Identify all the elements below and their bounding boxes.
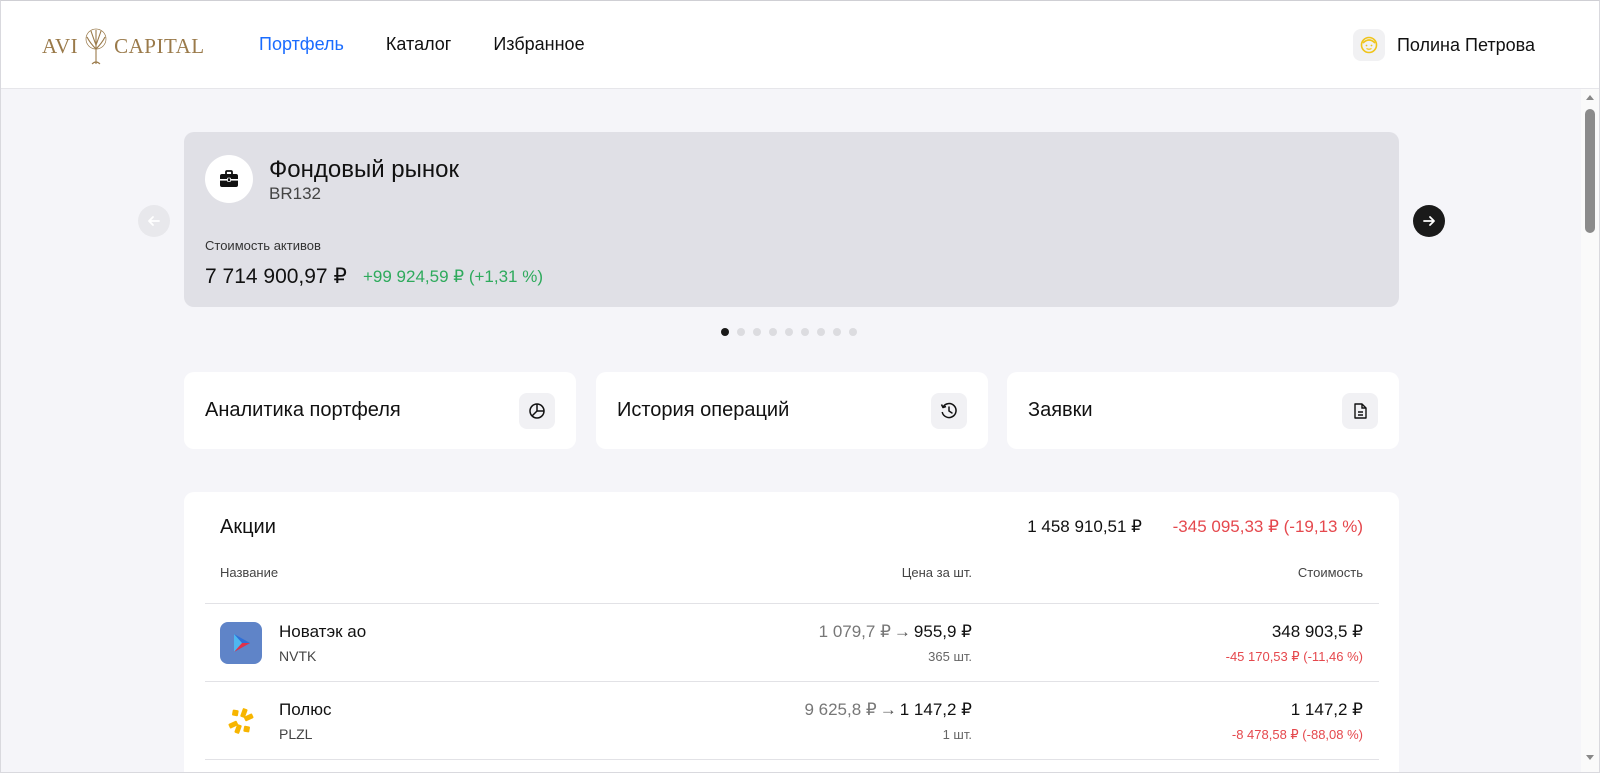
polyus-logo-icon — [220, 700, 262, 742]
user-menu[interactable]: Полина Петрова — [1352, 29, 1535, 61]
stock-price: 1 079,7 ₽ → 955,9 ₽ — [819, 622, 972, 642]
face-icon — [1360, 36, 1378, 54]
stock-value-change: -8 478,58 ₽ (-88,08 %) — [1231, 727, 1363, 742]
price-arrow: → — [893, 622, 911, 641]
briefcase-icon — [220, 170, 238, 187]
stocks-total: 1 458 910,51 ₽ — [1027, 517, 1142, 536]
nav-item-catalog[interactable]: Каталог — [386, 34, 451, 55]
portfolio-analytics-label: Аналитика портфеля — [205, 399, 401, 421]
history-icon — [931, 393, 967, 429]
top-header: AVI CAPITAL Портфель Каталог Избранное П… — [1, 1, 1599, 89]
stock-qty: 365 шт. — [928, 649, 972, 664]
carousel-dot[interactable] — [849, 328, 857, 336]
stock-price: 9 625,8 ₽ → 1 147,2 ₽ — [804, 700, 972, 720]
table-row[interactable]: Полюс PLZL 9 625,8 ₽ → 1 147,2 ₽ 1 шт. 1 1… — [184, 682, 1399, 760]
carousel-dot[interactable] — [769, 328, 777, 336]
carousel-dot[interactable] — [753, 328, 761, 336]
stock-value: 1 147,2 ₽ — [1290, 700, 1363, 719]
stocks-total-change: -345 095,33 ₽ (-19,13 %) — [1172, 517, 1363, 536]
page-scrollbar[interactable] — [1581, 89, 1599, 772]
price-new: 1 147,2 ₽ — [899, 700, 972, 719]
carousel-dot[interactable] — [817, 328, 825, 336]
avatar[interactable] — [1352, 29, 1385, 61]
novatek-logo-icon — [220, 622, 262, 664]
carousel-dot[interactable] — [737, 328, 745, 336]
stock-ticker: NVTK — [279, 648, 317, 664]
brand-logo[interactable]: AVI CAPITAL — [42, 27, 205, 65]
carousel-prev-button[interactable] — [138, 205, 170, 237]
orders-label: Заявки — [1028, 399, 1093, 421]
carousel-next-button[interactable] — [1413, 205, 1445, 237]
nav-item-favorites[interactable]: Избранное — [493, 34, 584, 55]
portfolio-card[interactable]: Фондовый рынок BR132 Стоимость активов 7… — [184, 132, 1399, 307]
portfolio-icon-wrap — [205, 155, 253, 203]
stocks-panel: Акции 1 458 910,51 ₽ -345 095,33 ₽ (-19,… — [184, 492, 1399, 772]
account-number: BR132 — [269, 184, 321, 203]
price-old: 1 079,7 ₽ — [818, 622, 891, 641]
stock-name: Полюс — [279, 700, 332, 719]
orders-card[interactable]: Заявки — [1007, 372, 1399, 449]
operations-history-card[interactable]: История операций — [596, 372, 988, 449]
carousel-pagination — [721, 328, 857, 336]
price-arrow: → — [879, 700, 897, 719]
assets-change: +99 924,59 ₽ (+1,31 %) — [363, 267, 543, 286]
logo-text-left: AVI — [42, 33, 79, 58]
column-header-value[interactable]: Стоимость — [1298, 565, 1363, 580]
stock-qty: 1 шт. — [942, 727, 972, 742]
portfolio-title: Фондовый рынок — [269, 156, 459, 183]
table-row[interactable]: Новатэк ао NVTK 1 079,7 ₽ → 955,9 ₽ 365 шт… — [184, 604, 1399, 682]
carousel-dot[interactable] — [721, 328, 729, 336]
stock-value-change: -45 170,53 ₽ (-11,46 %) — [1225, 649, 1363, 664]
stock-ticker: PLZL — [279, 726, 313, 742]
app-window: AVI CAPITAL Портфель Каталог Избранное П… — [0, 0, 1600, 773]
column-header-price[interactable]: Цена за шт. — [902, 565, 972, 580]
main-nav: Портфель Каталог Избранное — [259, 34, 585, 55]
user-name[interactable]: Полина Петрова — [1397, 35, 1535, 56]
scroll-up-icon[interactable] — [1586, 95, 1594, 100]
logo-text-right: CAPITAL — [114, 33, 205, 58]
carousel-dot[interactable] — [833, 328, 841, 336]
assets-label: Стоимость активов — [205, 238, 321, 253]
stocks-title: Акции — [220, 516, 276, 538]
arrow-right-icon — [1423, 216, 1435, 226]
stock-value: 348 903,5 ₽ — [1271, 622, 1363, 641]
column-header-name[interactable]: Название — [220, 565, 278, 580]
operations-history-label: История операций — [617, 399, 790, 421]
stock-name: Новатэк ао — [279, 622, 367, 641]
pie-chart-icon — [519, 393, 555, 429]
carousel-dot[interactable] — [801, 328, 809, 336]
row-divider — [205, 759, 1379, 760]
price-old: 9 625,8 ₽ — [804, 700, 877, 719]
nav-item-portfolio[interactable]: Портфель — [259, 34, 344, 55]
portfolio-analytics-card[interactable]: Аналитика портфеля — [184, 372, 576, 449]
carousel-dot[interactable] — [785, 328, 793, 336]
tree-logo-icon — [85, 28, 107, 65]
scrollbar-thumb[interactable] — [1585, 109, 1595, 233]
assets-value: 7 714 900,97 ₽ — [205, 265, 347, 288]
scroll-down-icon[interactable] — [1586, 755, 1594, 760]
arrow-left-icon — [148, 216, 160, 226]
price-new: 955,9 ₽ — [913, 622, 972, 641]
document-icon — [1342, 393, 1378, 429]
